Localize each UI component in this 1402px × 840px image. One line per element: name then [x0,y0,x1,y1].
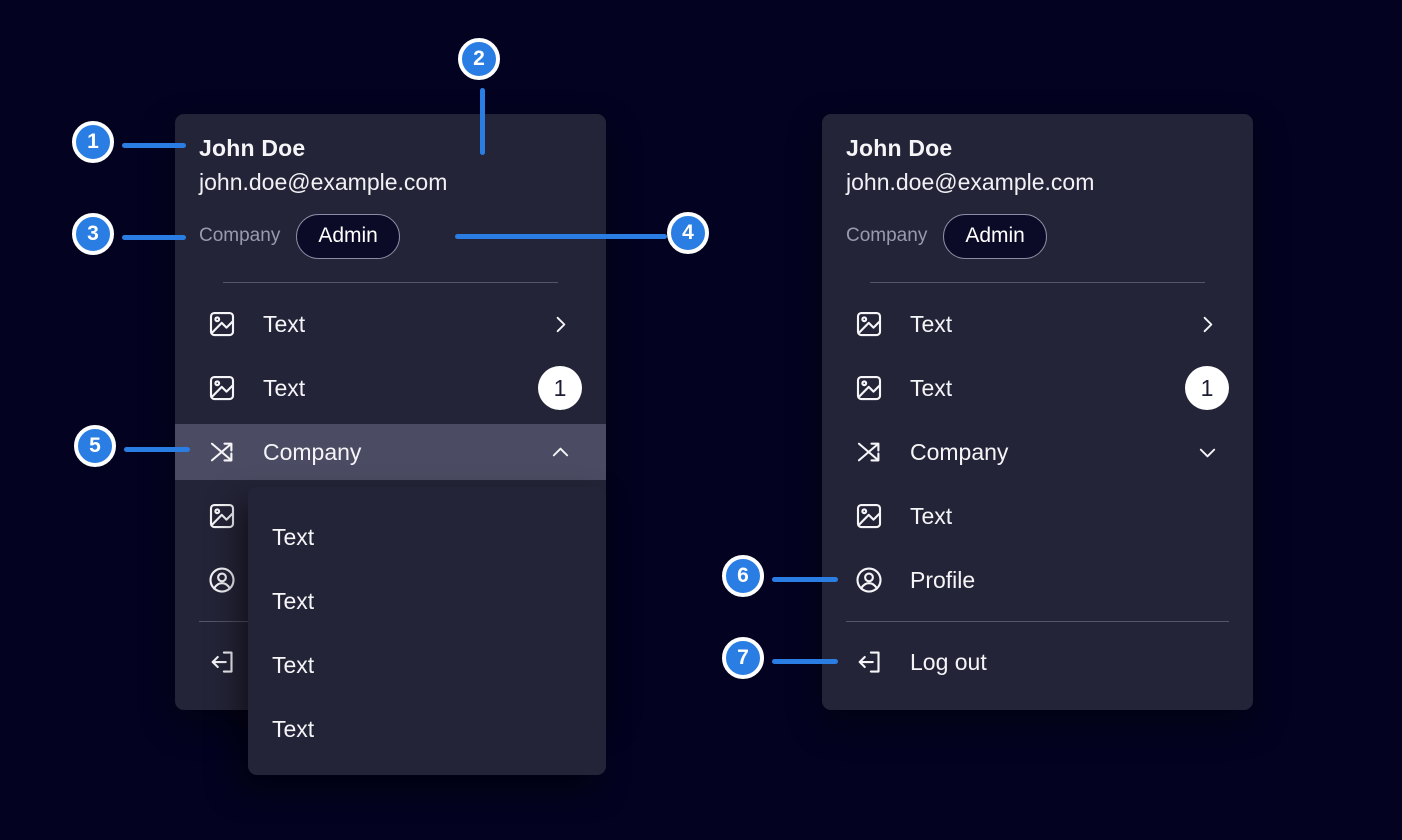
annotation-line-5 [124,447,190,452]
annotation-line-3 [122,235,186,240]
company-submenu: Text Text Text Text [248,487,606,775]
annotation-marker-1: 1 [72,121,114,163]
image-icon [854,501,884,531]
logout-icon [207,647,237,677]
logout-icon [854,647,884,677]
user-email: john.doe@example.com [199,168,582,196]
annotation-line-7 [772,659,838,664]
menu-item-company-collapsed[interactable]: Company [822,420,1253,484]
chevron-down-icon [1185,430,1229,474]
image-icon [854,373,884,403]
menu-item-label: Profile [910,567,1229,594]
annotation-line-2 [480,88,485,155]
annotation-line-4 [455,234,667,239]
company-label: Company [846,225,927,247]
menu-item-label: Text [910,375,1185,402]
user-name: John Doe [846,134,1229,162]
user-menu-collapsed: John Doe john.doe@example.com Company Ad… [822,114,1253,710]
menu-item-label: Text [263,375,538,402]
image-icon [207,309,237,339]
role-badge: Admin [296,214,400,259]
canvas: John Doe john.doe@example.com Company Ad… [0,0,1402,840]
annotation-marker-7: 7 [722,637,764,679]
menu-item-label: Company [263,439,538,466]
menu-item-text-1[interactable]: Text [175,292,606,356]
notification-count-badge: 1 [538,366,582,410]
notification-count-badge: 1 [1185,366,1229,410]
company-label: Company [199,225,280,247]
annotation-marker-6: 6 [722,555,764,597]
divider [846,621,1229,622]
image-icon [854,309,884,339]
menu-item-text-1[interactable]: Text [822,292,1253,356]
user-email: john.doe@example.com [846,168,1229,196]
menu-item-company-expanded[interactable]: Company [175,424,606,480]
menu-item-label: Text [910,311,1185,338]
menu-item-text-2[interactable]: Text 1 [175,356,606,420]
chevron-right-icon [1185,302,1229,346]
submenu-item[interactable]: Text [248,505,606,569]
user-icon [854,565,884,595]
user-icon [207,565,237,595]
image-icon [207,501,237,531]
shuffle-icon [854,437,884,467]
shuffle-icon [207,437,237,467]
chevron-up-icon [538,430,582,474]
menu-list: Text Text 1 [822,283,1253,694]
user-menu-header: John Doe john.doe@example.com Company Ad… [175,114,606,283]
annotation-marker-5: 5 [74,425,116,467]
menu-item-logout[interactable]: Log out [822,630,1253,694]
annotation-line-1 [122,143,186,148]
user-menu-header: John Doe john.doe@example.com Company Ad… [822,114,1253,283]
submenu-item[interactable]: Text [248,697,606,761]
image-icon [207,373,237,403]
menu-item-label: Log out [910,649,1229,676]
annotation-marker-3: 3 [72,213,114,255]
annotation-line-6 [772,577,838,582]
annotation-marker-2: 2 [458,38,500,80]
menu-item-label: Text [263,311,538,338]
chevron-right-icon [538,302,582,346]
menu-item-profile[interactable]: Profile [822,548,1253,612]
submenu-item[interactable]: Text [248,569,606,633]
user-name: John Doe [199,134,582,162]
menu-item-text-3[interactable]: Text [822,484,1253,548]
annotation-marker-4: 4 [667,212,709,254]
menu-item-label: Company [910,439,1185,466]
role-badge: Admin [943,214,1047,259]
submenu-item[interactable]: Text [248,633,606,697]
menu-item-text-2[interactable]: Text 1 [822,356,1253,420]
menu-item-label: Text [910,503,1229,530]
